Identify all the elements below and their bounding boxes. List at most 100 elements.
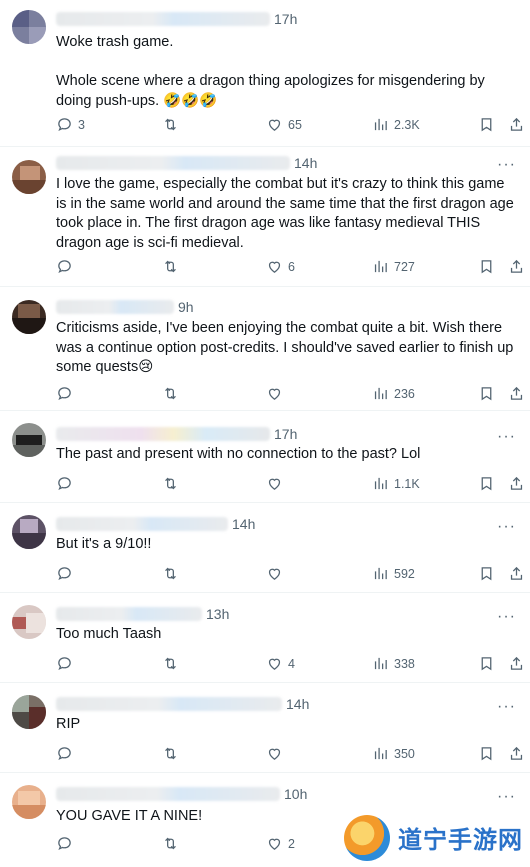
like-button[interactable] — [266, 385, 288, 402]
avatar[interactable] — [12, 160, 46, 194]
reply-button[interactable] — [56, 565, 78, 582]
author-name-blurred[interactable] — [56, 787, 280, 801]
bookmark-button[interactable] — [478, 385, 495, 402]
more-options-icon[interactable]: ··· — [497, 157, 516, 173]
tweet-header: 10h — [56, 784, 307, 804]
views-button[interactable]: 592 — [372, 565, 415, 582]
retweet-button[interactable] — [162, 116, 184, 133]
share-icon — [510, 476, 523, 490]
view-count: 1.1K — [394, 476, 420, 491]
retweet-button[interactable] — [162, 835, 184, 852]
retweet-button[interactable] — [162, 745, 184, 762]
author-name-blurred[interactable] — [56, 607, 202, 621]
author-name-blurred[interactable] — [56, 427, 270, 441]
heart-icon — [268, 388, 281, 400]
reply-button[interactable] — [56, 655, 78, 672]
bookmark-button[interactable] — [478, 475, 495, 492]
retweet-button[interactable] — [162, 565, 184, 582]
reply-button[interactable] — [56, 475, 78, 492]
like-button[interactable] — [266, 565, 288, 582]
watermark-text: 道宁手游网 — [398, 826, 523, 854]
view-count: 350 — [394, 746, 415, 761]
bookmark-button[interactable] — [478, 258, 495, 275]
tweet[interactable]: 17h Woke trash game. Whole scene where a… — [0, 0, 530, 147]
retweet-button[interactable] — [162, 385, 184, 402]
tweet-time[interactable]: 9h — [178, 299, 194, 315]
reply-button[interactable] — [56, 258, 78, 275]
tweet[interactable]: 14h ··· I love the game, especially the … — [0, 147, 530, 287]
views-button[interactable]: 236 — [372, 385, 415, 402]
bookmark-button[interactable] — [478, 116, 495, 133]
tweet-time[interactable]: 13h — [206, 606, 229, 622]
tweet-header: 14h — [56, 514, 255, 534]
avatar[interactable] — [12, 785, 46, 819]
tweet-time[interactable]: 14h — [232, 516, 255, 532]
views-button[interactable]: 2.3K — [372, 116, 420, 133]
views-button[interactable]: 727 — [372, 258, 415, 275]
more-options-icon[interactable]: ··· — [497, 429, 516, 445]
like-button[interactable]: 6 — [266, 258, 295, 275]
more-options-icon[interactable]: ··· — [497, 609, 516, 625]
views-button[interactable]: 350 — [372, 745, 415, 762]
like-button[interactable]: 4 — [266, 655, 295, 672]
avatar[interactable] — [12, 515, 46, 549]
views-icon — [374, 260, 387, 273]
tweet-time[interactable]: 10h — [284, 786, 307, 802]
tweet[interactable]: 14h ··· But it's a 9/10!! 592 — [0, 503, 530, 593]
retweet-button[interactable] — [162, 475, 184, 492]
reply-button[interactable] — [56, 745, 78, 762]
retweet-icon — [165, 747, 176, 760]
share-button[interactable] — [508, 385, 525, 402]
reply-button[interactable] — [56, 385, 78, 402]
avatar[interactable] — [12, 300, 46, 334]
more-options-icon[interactable]: ··· — [497, 699, 516, 715]
share-button[interactable] — [508, 258, 525, 275]
views-icon — [374, 477, 387, 490]
avatar[interactable] — [12, 423, 46, 457]
more-options-icon[interactable]: ··· — [497, 789, 516, 805]
like-button[interactable] — [266, 745, 288, 762]
bookmark-button[interactable] — [478, 745, 495, 762]
author-name-blurred[interactable] — [56, 156, 290, 170]
heart-icon — [268, 568, 281, 580]
author-name-blurred[interactable] — [56, 517, 228, 531]
reply-button[interactable]: 3 — [56, 116, 85, 133]
bookmark-button[interactable] — [478, 655, 495, 672]
avatar[interactable] — [12, 10, 46, 44]
share-button[interactable] — [508, 565, 525, 582]
tweet-time[interactable]: 17h — [274, 11, 297, 27]
tweet-text: I love the game, especially the combat b… — [56, 176, 518, 251]
like-button[interactable]: 65 — [266, 116, 302, 133]
author-name-blurred[interactable] — [56, 697, 282, 711]
like-button[interactable] — [266, 475, 288, 492]
tweet-time[interactable]: 14h — [294, 155, 317, 171]
views-button[interactable]: 1.1K — [372, 475, 420, 492]
tweet-actions: 350 — [56, 745, 526, 763]
avatar[interactable] — [12, 605, 46, 639]
bookmark-button[interactable] — [478, 565, 495, 582]
avatar[interactable] — [12, 695, 46, 729]
view-count: 592 — [394, 566, 415, 581]
like-button[interactable]: 2 — [266, 835, 295, 852]
tweet-text: Too much Taash — [56, 626, 162, 642]
more-options-icon[interactable]: ··· — [497, 519, 516, 535]
tweet-header: 14h — [56, 153, 317, 173]
views-button[interactable]: 338 — [372, 655, 415, 672]
tweet[interactable]: 13h ··· Too much Taash 4 338 — [0, 593, 530, 683]
share-button[interactable] — [508, 116, 525, 133]
share-icon — [510, 386, 523, 400]
share-button[interactable] — [508, 655, 525, 672]
retweet-button[interactable] — [162, 258, 184, 275]
tweet[interactable]: 17h ··· The past and present with no con… — [0, 411, 530, 503]
retweet-button[interactable] — [162, 655, 184, 672]
author-name-blurred[interactable] — [56, 12, 270, 26]
reply-button[interactable] — [56, 835, 78, 852]
author-name-blurred[interactable] — [56, 300, 174, 314]
tweet[interactable]: 14h ··· RIP 350 — [0, 683, 530, 773]
tweet-time[interactable]: 14h — [286, 696, 309, 712]
tweet-time[interactable]: 17h — [274, 426, 297, 442]
tweet-text: Woke trash game. Whole scene where a dra… — [56, 34, 485, 109]
share-button[interactable] — [508, 475, 525, 492]
share-button[interactable] — [508, 745, 525, 762]
tweet[interactable]: 9h Criticisms aside, I've been enjoying … — [0, 287, 530, 411]
